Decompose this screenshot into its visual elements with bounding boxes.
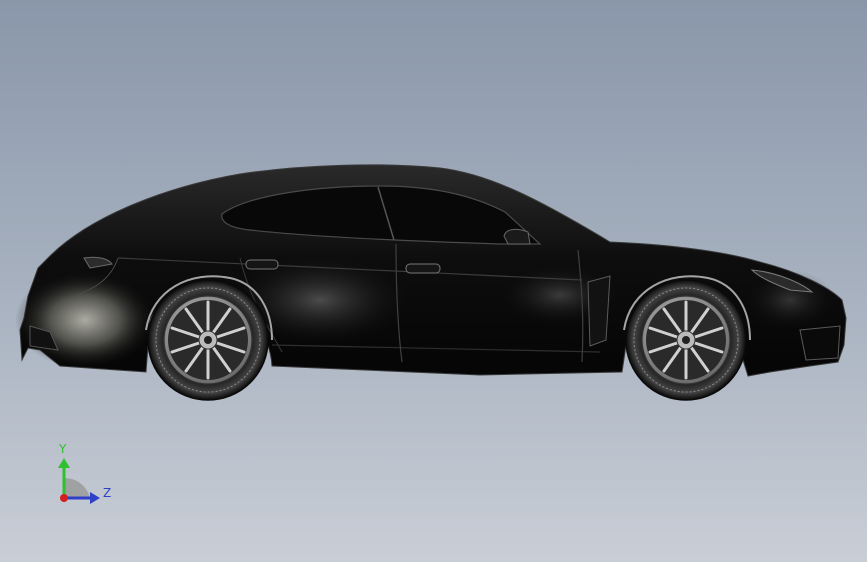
z-axis-label: Z: [103, 486, 112, 500]
fender-vent: [587, 275, 611, 347]
z-axis-arrow-icon: [90, 492, 100, 504]
rear-body-highlight: [15, 272, 155, 368]
side-mirror: [503, 228, 531, 245]
reference-triad[interactable]: Y Z: [40, 440, 130, 520]
rear-door-handle: [245, 259, 279, 270]
car-model[interactable]: [0, 0, 867, 562]
front-door-handle: [405, 263, 441, 274]
front-wheel: [625, 279, 747, 401]
y-axis-arrow-icon: [58, 458, 70, 468]
graphics-viewport[interactable]: Y Z: [0, 0, 867, 562]
rear-wheel: [147, 279, 269, 401]
front-intake: [799, 325, 841, 361]
triad-plane-indicator: [64, 477, 90, 498]
triad-graphic: [58, 458, 100, 504]
y-axis-label: Y: [59, 442, 67, 456]
x-axis-origin-icon: [60, 494, 68, 502]
